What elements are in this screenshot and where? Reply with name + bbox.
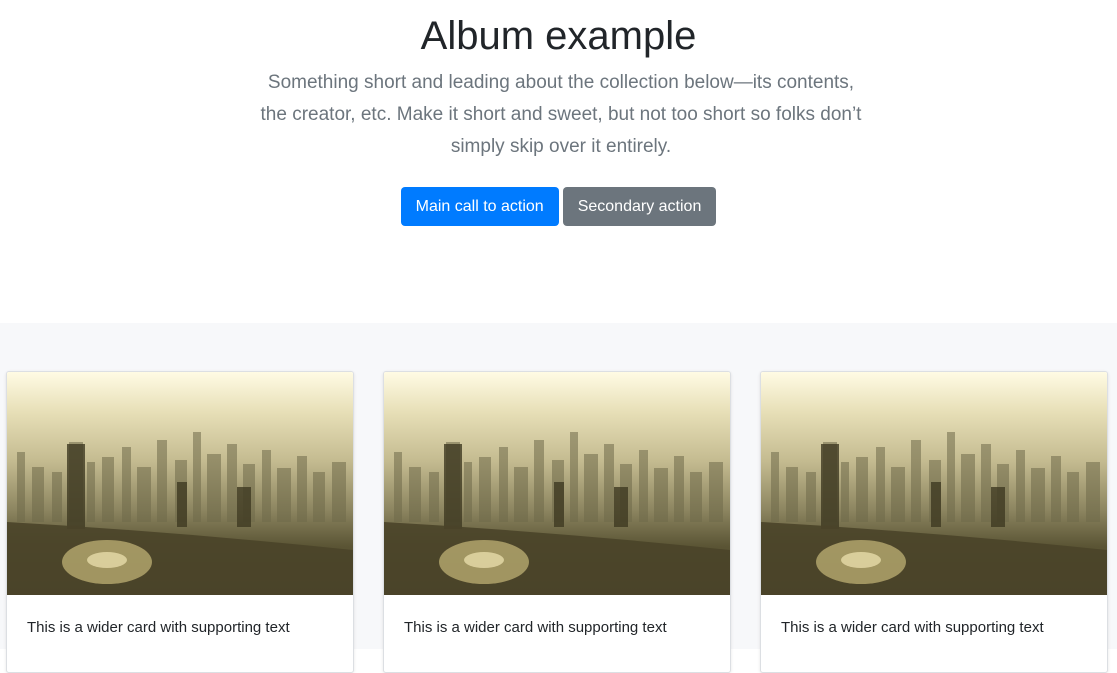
card-image <box>7 372 353 595</box>
album-section: This is a wider card with supporting tex… <box>0 323 1117 673</box>
card-image <box>384 372 730 595</box>
album-card: This is a wider card with supporting tex… <box>6 371 354 673</box>
card-text: This is a wider card with supporting tex… <box>27 619 290 636</box>
card-image <box>761 372 1107 595</box>
hero-actions: Main call to action Secondary action <box>0 187 1117 226</box>
city-skyline-image <box>7 432 353 595</box>
secondary-action-button[interactable]: Secondary action <box>562 187 717 226</box>
hero-section: Album example Something short and leadin… <box>0 0 1117 323</box>
card-text: This is a wider card with supporting tex… <box>781 619 1044 636</box>
city-skyline-image <box>384 432 730 595</box>
page-title: Album example <box>420 14 697 58</box>
card-text: This is a wider card with supporting tex… <box>404 619 667 636</box>
album-card: This is a wider card with supporting tex… <box>760 371 1108 673</box>
album-card: This is a wider card with supporting tex… <box>383 371 731 673</box>
hero-lead-text: Something short and leading about the co… <box>260 72 862 157</box>
city-skyline-image <box>761 432 1107 595</box>
main-call-to-action-button[interactable]: Main call to action <box>400 187 559 226</box>
